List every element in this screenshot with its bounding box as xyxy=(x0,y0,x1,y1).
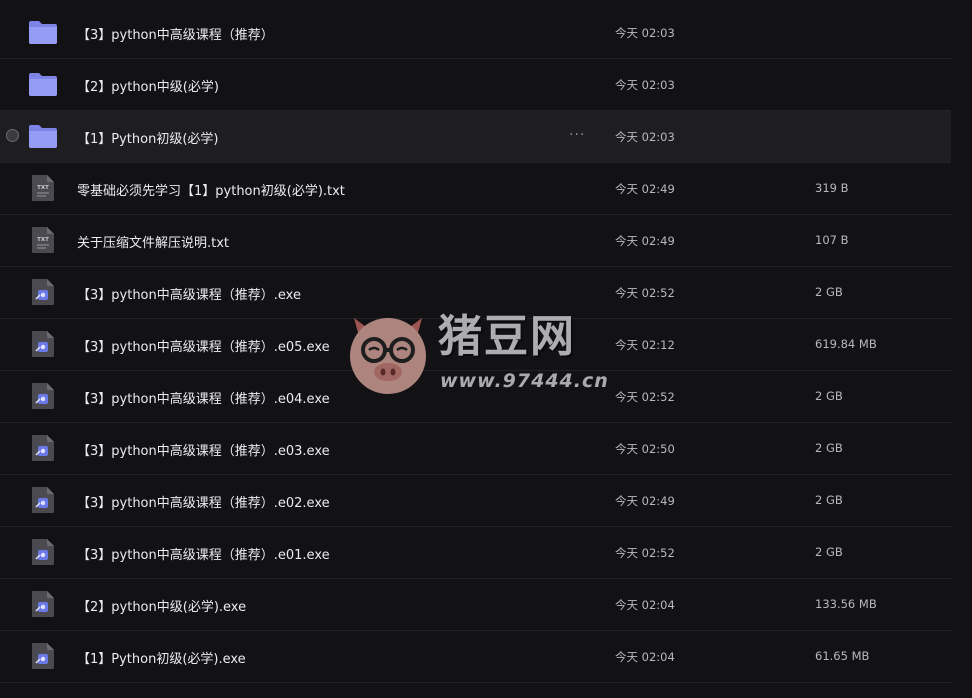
file-size: 2 GB xyxy=(815,441,843,455)
file-row[interactable]: 【1】Python初级(必学).exe 今天 02:04 61.65 MB xyxy=(0,631,951,683)
file-date: 今天 02:49 xyxy=(615,494,675,508)
file-date: 今天 02:03 xyxy=(615,78,675,92)
file-name[interactable]: 【2】python中级(必学).exe xyxy=(77,596,246,615)
exe-file-icon xyxy=(28,641,58,671)
txt-file-icon: TXT xyxy=(28,173,58,203)
row-select-checkbox[interactable] xyxy=(6,129,19,142)
file-size: 319 B xyxy=(815,181,849,195)
exe-file-icon xyxy=(28,277,58,307)
folder-icon xyxy=(28,121,58,151)
exe-file-icon xyxy=(28,381,58,411)
file-name[interactable]: 【3】python中高级课程（推荐）.e03.exe xyxy=(77,440,330,459)
folder-row[interactable]: 【2】python中级(必学) 今天 02:03 xyxy=(0,59,951,111)
exe-file-icon xyxy=(28,485,58,515)
file-date: 今天 02:12 xyxy=(615,338,675,352)
folder-icon xyxy=(28,69,58,99)
file-date: 今天 02:03 xyxy=(615,130,675,144)
file-name[interactable]: 【3】python中高级课程（推荐）.e01.exe xyxy=(77,544,330,563)
file-name[interactable]: 零基础必须先学习【1】python初级(必学).txt xyxy=(77,180,345,199)
folder-icon xyxy=(28,17,58,47)
file-row[interactable]: 【3】python中高级课程（推荐）.e04.exe 今天 02:52 2 GB xyxy=(0,371,951,423)
file-row[interactable]: 【3】python中高级课程（推荐）.e01.exe 今天 02:52 2 GB xyxy=(0,527,951,579)
txt-file-icon: TXT xyxy=(28,225,58,255)
file-name[interactable]: 【3】python中高级课程（推荐）.e04.exe xyxy=(77,388,330,407)
file-date: 今天 02:52 xyxy=(615,286,675,300)
file-name[interactable]: 【2】python中级(必学) xyxy=(77,76,219,95)
file-date: 今天 02:50 xyxy=(615,442,675,456)
exe-file-icon xyxy=(28,433,58,463)
file-name[interactable]: 【1】Python初级(必学).exe xyxy=(77,648,246,667)
folder-row[interactable]: 【1】Python初级(必学) ··· 今天 02:03 xyxy=(0,111,951,163)
file-row[interactable]: TXT 零基础必须先学习【1】python初级(必学).txt 今天 02:49 31… xyxy=(0,163,951,215)
file-row[interactable]: 【3】python中高级课程（推荐）.e02.exe 今天 02:49 2 GB xyxy=(0,475,951,527)
file-date: 今天 02:04 xyxy=(615,650,675,664)
file-size: 619.84 MB xyxy=(815,337,877,351)
file-date: 今天 02:04 xyxy=(615,598,675,612)
file-name[interactable]: 关于压缩文件解压说明.txt xyxy=(77,232,229,251)
file-date: 今天 02:03 xyxy=(615,26,675,40)
file-date: 今天 02:52 xyxy=(615,546,675,560)
file-size: 2 GB xyxy=(815,389,843,403)
svg-text:TXT: TXT xyxy=(37,237,49,243)
file-name[interactable]: 【3】python中高级课程（推荐）.exe xyxy=(77,284,301,303)
file-name[interactable]: 【1】Python初级(必学) xyxy=(77,128,218,147)
file-name[interactable]: 【3】python中高级课程（推荐） xyxy=(77,24,274,43)
file-name[interactable]: 【3】python中高级课程（推荐）.e05.exe xyxy=(77,336,330,355)
file-size: 2 GB xyxy=(815,493,843,507)
file-list: 【3】python中高级课程（推荐） 今天 02:03 【2】python中级(必学… xyxy=(0,0,972,698)
file-date: 今天 02:49 xyxy=(615,234,675,248)
file-row[interactable]: 【3】python中高级课程（推荐）.e03.exe 今天 02:50 2 GB xyxy=(0,423,951,475)
folder-row[interactable]: 【3】python中高级课程（推荐） 今天 02:03 xyxy=(0,7,951,59)
file-row[interactable]: 【3】python中高级课程（推荐）.e05.exe 今天 02:12 619.84… xyxy=(0,319,951,371)
more-options-icon[interactable]: ··· xyxy=(569,127,585,143)
exe-file-icon xyxy=(28,537,58,567)
file-row[interactable]: 【3】python中高级课程（推荐）.exe 今天 02:52 2 GB xyxy=(0,267,951,319)
file-size: 133.56 MB xyxy=(815,597,877,611)
file-name[interactable]: 【3】python中高级课程（推荐）.e02.exe xyxy=(77,492,330,511)
file-date: 今天 02:52 xyxy=(615,390,675,404)
file-size: 2 GB xyxy=(815,285,843,299)
file-size: 2 GB xyxy=(815,545,843,559)
file-row[interactable]: 【2】python中级(必学).exe 今天 02:04 133.56 MB xyxy=(0,579,951,631)
file-date: 今天 02:49 xyxy=(615,182,675,196)
exe-file-icon xyxy=(28,329,58,359)
file-row[interactable]: TXT 关于压缩文件解压说明.txt 今天 02:49 107 B xyxy=(0,215,951,267)
file-size: 61.65 MB xyxy=(815,649,870,663)
exe-file-icon xyxy=(28,589,58,619)
file-size: 107 B xyxy=(815,233,849,247)
svg-text:TXT: TXT xyxy=(37,185,49,191)
